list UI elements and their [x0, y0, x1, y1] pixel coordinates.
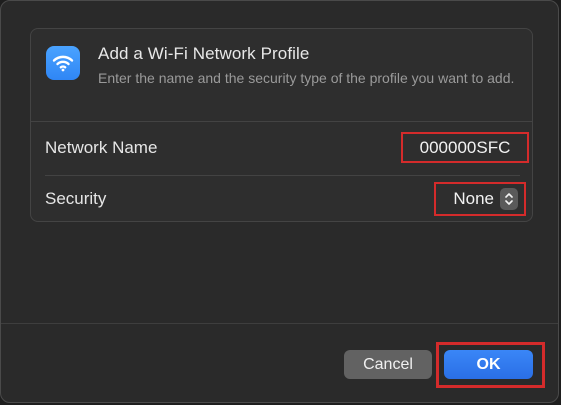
dialog-title: Add a Wi-Fi Network Profile [98, 44, 310, 63]
divider [31, 121, 532, 122]
security-select[interactable]: None [434, 182, 526, 216]
ok-button[interactable]: OK [444, 350, 533, 379]
security-value: None [453, 189, 494, 208]
network-name-value: 000000SFC [419, 137, 511, 157]
divider [45, 175, 520, 176]
security-label: Security [45, 189, 107, 208]
wifi-icon [46, 46, 80, 80]
chevron-up-down-icon [500, 188, 518, 210]
footer-divider [1, 323, 558, 324]
dialog-description: Enter the name and the security type of … [98, 70, 515, 86]
dialog-header: Add a Wi-Fi Network Profile Enter the na… [31, 29, 532, 121]
add-wifi-profile-dialog: Add a Wi-Fi Network Profile Enter the na… [0, 0, 559, 403]
cancel-button[interactable]: Cancel [344, 350, 432, 379]
network-name-label: Network Name [45, 138, 158, 157]
network-name-field[interactable]: 000000SFC [401, 132, 529, 163]
